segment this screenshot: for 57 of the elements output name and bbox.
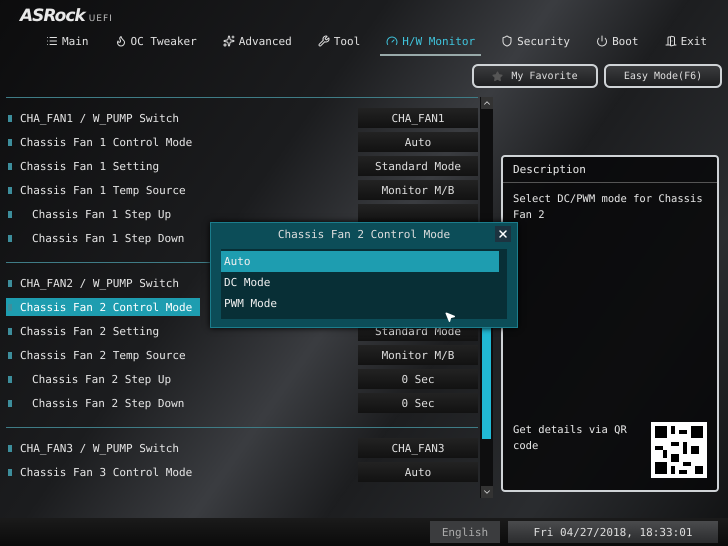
setting-label[interactable]: Chassis Fan 2 Setting bbox=[6, 322, 168, 340]
nav-tab[interactable]: Tool bbox=[312, 32, 366, 56]
language-button[interactable]: English bbox=[430, 521, 500, 543]
close-icon bbox=[497, 228, 509, 240]
brand-logo: ASRock bbox=[20, 6, 85, 26]
nav-tab[interactable]: Advanced bbox=[216, 32, 298, 56]
setting-label[interactable]: Chassis Fan 2 Temp Source bbox=[6, 346, 194, 364]
setting-value[interactable]: Standard Mode bbox=[358, 156, 478, 176]
mouse-cursor-icon bbox=[444, 311, 456, 323]
brand-suffix: UEFI bbox=[88, 14, 113, 24]
qr-caption: Get details via QR code bbox=[513, 423, 628, 454]
setting-label[interactable]: Chassis Fan 1 Step Down bbox=[6, 229, 192, 247]
setting-value[interactable]: CHA_FAN3 bbox=[358, 438, 478, 458]
setting-label[interactable]: Chassis Fan 2 Step Down bbox=[6, 394, 192, 412]
setting-label[interactable]: Chassis Fan 1 Setting bbox=[6, 157, 168, 175]
setting-value[interactable]: Auto bbox=[358, 462, 478, 482]
nav-tab[interactable]: Exit bbox=[658, 32, 714, 56]
door-icon bbox=[664, 35, 677, 47]
setting-value[interactable]: 0 Sec bbox=[358, 369, 478, 389]
shield-icon bbox=[501, 35, 514, 47]
setting-value[interactable]: 0 Sec bbox=[358, 393, 478, 413]
setting-label[interactable]: Chassis Fan 1 Temp Source bbox=[6, 181, 194, 199]
popup-option[interactable]: PWM Mode bbox=[221, 293, 499, 314]
nav-tab[interactable]: OC Tweaker bbox=[108, 32, 203, 56]
scroll-down-button[interactable] bbox=[480, 486, 492, 498]
nav-tab[interactable]: Boot bbox=[590, 32, 645, 56]
popup-title: Chassis Fan 2 Control Mode bbox=[278, 228, 450, 240]
sparkle-icon bbox=[222, 35, 235, 47]
description-text: Select DC/PWM mode for Chassis Fan 2 bbox=[512, 192, 704, 223]
nav-tab[interactable]: Security bbox=[495, 32, 576, 56]
close-button[interactable] bbox=[495, 226, 511, 242]
setting-label[interactable]: Chassis Fan 3 Control Mode bbox=[6, 463, 200, 481]
nav-tab[interactable]: Main bbox=[40, 32, 94, 56]
flame-icon bbox=[114, 35, 126, 47]
nav-tab[interactable]: H/W Monitor bbox=[380, 32, 482, 56]
setting-label[interactable]: Chassis Fan 1 Step Up bbox=[6, 205, 180, 223]
setting-value[interactable] bbox=[358, 204, 478, 224]
popup-option[interactable]: DC Mode bbox=[221, 272, 499, 293]
setting-value[interactable]: Monitor M/B bbox=[358, 180, 478, 200]
setting-value[interactable]: Auto bbox=[358, 132, 478, 152]
easy-mode-button[interactable]: Easy Mode(F6) bbox=[604, 64, 722, 88]
description-title: Description bbox=[503, 157, 717, 183]
setting-label[interactable]: CHA_FAN3 / W_PUMP Switch bbox=[6, 439, 187, 457]
scroll-up-button[interactable] bbox=[480, 97, 492, 109]
qr-code-icon bbox=[651, 422, 707, 478]
power-icon bbox=[596, 35, 608, 47]
setting-label[interactable]: Chassis Fan 1 Control Mode bbox=[6, 133, 200, 151]
setting-label[interactable]: CHA_FAN1 / W_PUMP Switch bbox=[6, 109, 187, 127]
favorite-button[interactable]: My Favorite bbox=[472, 64, 598, 88]
star-icon bbox=[492, 70, 504, 82]
setting-label[interactable]: CHA_FAN2 / W_PUMP Switch bbox=[6, 274, 187, 292]
setting-value[interactable]: Monitor M/B bbox=[358, 345, 478, 365]
setting-value[interactable]: CHA_FAN1 bbox=[358, 108, 478, 128]
date-time: Fri 04/27/2018, 18:33:01 bbox=[508, 521, 718, 543]
setting-label[interactable]: Chassis Fan 2 Step Up bbox=[6, 370, 180, 388]
gauge-icon bbox=[386, 35, 398, 47]
wrench-icon bbox=[318, 35, 330, 47]
